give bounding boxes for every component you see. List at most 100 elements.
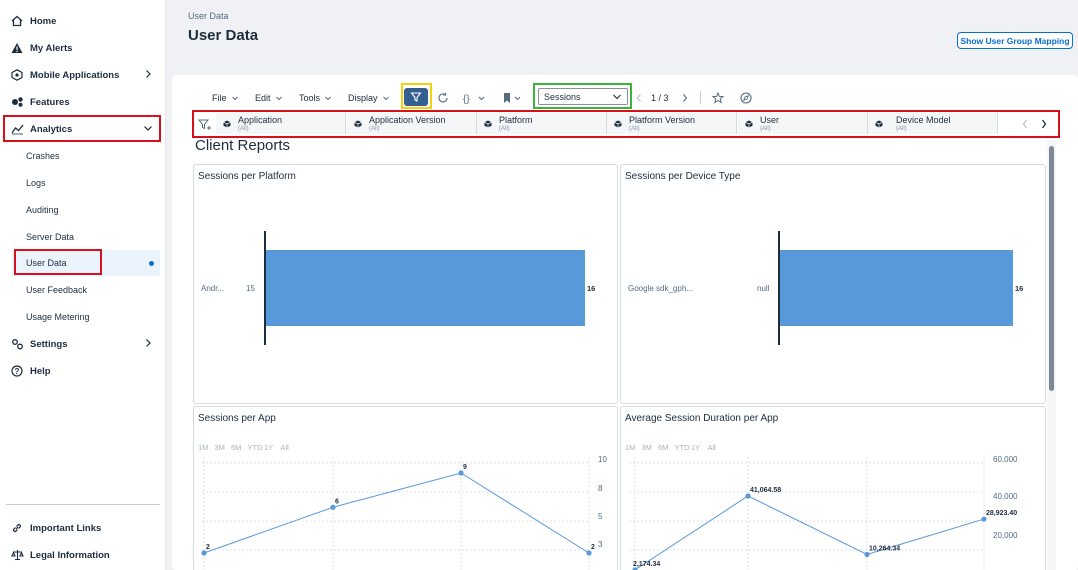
chevron-left-icon bbox=[636, 94, 641, 102]
sidebar-item-important-links[interactable]: Important Links bbox=[4, 515, 160, 541]
tile-sessions-per-device-type[interactable]: Sessions per Device Type 16 Google sdk_gp… bbox=[620, 164, 1046, 404]
period-button-6m: 6M bbox=[231, 443, 241, 452]
period-button-1y: 1Y bbox=[264, 443, 273, 452]
sidebar-divider bbox=[6, 504, 160, 505]
sidebar-item-settings[interactable]: Settings bbox=[4, 331, 160, 357]
sidebar-item-label: Important Links bbox=[30, 522, 102, 534]
sidebar-item-label: Auditing bbox=[26, 205, 59, 215]
tile-average-session-duration[interactable]: Average Session Duration per App 1M 3M 6M Y… bbox=[620, 406, 1046, 570]
show-user-group-mapping-button[interactable]: Show User Group Mapping bbox=[957, 32, 1073, 49]
explore-button[interactable] bbox=[737, 90, 755, 106]
sidebar-item-home[interactable]: Home bbox=[4, 8, 160, 34]
chevron-down-icon bbox=[231, 96, 238, 101]
bar bbox=[266, 250, 585, 326]
sidebar-item-label: User Data bbox=[26, 258, 67, 268]
file-menu[interactable]: File bbox=[212, 93, 239, 103]
data-label: 28,923.40 bbox=[986, 510, 1017, 517]
help-icon: ? bbox=[10, 364, 24, 378]
y-tick-label: 5 bbox=[598, 512, 603, 521]
data-point bbox=[201, 550, 207, 556]
features-icon bbox=[10, 95, 24, 109]
data-point bbox=[458, 470, 464, 476]
sidebar-item-label: Home bbox=[30, 15, 57, 27]
sidebar: Home My Alerts Mobile Applications Featu… bbox=[0, 0, 166, 570]
period-button-all: All bbox=[281, 443, 290, 452]
data-label: 41,064.58 bbox=[750, 487, 781, 494]
period-button-3m: 3M bbox=[642, 443, 652, 452]
link-icon bbox=[10, 521, 24, 535]
sidebar-item-legal-information[interactable]: Legal Information bbox=[4, 542, 160, 568]
filter-bar-highlight-box bbox=[192, 110, 1060, 138]
bookmark-button[interactable] bbox=[500, 90, 524, 106]
sidebar-item-crashes[interactable]: Crashes bbox=[12, 143, 160, 169]
chevron-down-icon bbox=[275, 96, 282, 101]
sidebar-item-analytics[interactable]: Analytics bbox=[4, 116, 160, 142]
sidebar-item-label: Settings bbox=[30, 338, 68, 350]
period-button-1y: 1Y bbox=[691, 443, 700, 452]
toolbar-divider bbox=[700, 91, 701, 104]
refresh-button[interactable] bbox=[434, 90, 452, 106]
data-point bbox=[864, 551, 870, 558]
sidebar-item-label: My Alerts bbox=[30, 42, 73, 54]
chevron-down-icon bbox=[382, 96, 389, 101]
average-session-duration-chart: 1M 3M 6M YTD 1Y All 60,000 40,000 20,000 2,174.34… bbox=[625, 443, 1018, 570]
sidebar-item-label: Logs bbox=[26, 178, 46, 188]
sidebar-item-user-feedback[interactable]: User Feedback bbox=[12, 277, 160, 303]
chevron-down-icon bbox=[142, 122, 154, 134]
period-button-1m: 1M bbox=[625, 443, 635, 452]
settings-icon bbox=[10, 337, 24, 351]
scrollbar-thumb[interactable] bbox=[1049, 146, 1054, 391]
bar-value-label: 16 bbox=[1015, 284, 1023, 293]
period-button-1m: 1M bbox=[198, 443, 208, 452]
chevron-right-icon bbox=[142, 68, 154, 80]
tools-menu[interactable]: Tools bbox=[299, 93, 332, 103]
sidebar-item-features[interactable]: Features bbox=[4, 89, 160, 115]
category-value-label: 15 bbox=[246, 284, 255, 293]
y-tick-label: 60,000 bbox=[993, 455, 1018, 464]
view-select-highlight-box bbox=[533, 83, 632, 109]
data-point bbox=[981, 516, 987, 522]
sessions-per-platform-chart: 16 Andr... 15 bbox=[201, 231, 595, 345]
data-label: 10,264.34 bbox=[869, 545, 900, 552]
sidebar-item-server-data[interactable]: Server Data bbox=[12, 224, 160, 250]
sidebar-item-my-alerts[interactable]: My Alerts bbox=[4, 35, 160, 61]
data-label: 9 bbox=[463, 464, 467, 471]
sidebar-item-label: Mobile Applications bbox=[30, 69, 120, 81]
sidebar-item-mobile-applications[interactable]: Mobile Applications bbox=[4, 62, 160, 88]
braces-icon: {} bbox=[463, 94, 485, 104]
bookmark-icon bbox=[504, 93, 521, 103]
period-button-3m: 3M bbox=[215, 443, 225, 452]
previous-page-button[interactable] bbox=[633, 90, 645, 106]
data-point bbox=[745, 493, 751, 499]
sidebar-item-usage-metering[interactable]: Usage Metering bbox=[12, 304, 160, 330]
menu-label: File bbox=[212, 93, 227, 103]
mobile-apps-icon bbox=[10, 68, 24, 82]
sidebar-item-label: Server Data bbox=[26, 232, 75, 242]
favorite-button[interactable] bbox=[709, 90, 727, 106]
chevron-right-icon bbox=[683, 94, 688, 102]
sidebar-item-user-data[interactable]: User Data bbox=[12, 250, 160, 276]
tile-sessions-per-app[interactable]: Sessions per App 1M 3M 6M YTD 1Y All 10 8 5 3 2 6 9 2 bbox=[193, 406, 618, 570]
section-title: Client Reports bbox=[195, 137, 291, 154]
breadcrumb[interactable]: User Data bbox=[188, 11, 229, 21]
sidebar-item-help[interactable]: ? Help bbox=[4, 358, 160, 384]
legal-icon bbox=[10, 548, 24, 562]
chevron-down-icon bbox=[325, 96, 331, 101]
next-page-button[interactable] bbox=[679, 90, 691, 106]
tile-sessions-per-platform[interactable]: Sessions per Platform 16 Andr... 15 bbox=[193, 164, 618, 404]
variables-button[interactable]: {} bbox=[462, 90, 488, 106]
sidebar-item-label: Help bbox=[30, 365, 51, 377]
series-line bbox=[634, 495, 985, 570]
sidebar-item-logs[interactable]: Logs bbox=[12, 170, 160, 196]
y-tick-label: 40,000 bbox=[993, 492, 1018, 501]
compass-icon bbox=[740, 92, 752, 104]
bar bbox=[780, 250, 1013, 326]
sidebar-item-auditing[interactable]: Auditing bbox=[12, 197, 160, 223]
sidebar-item-label: Usage Metering bbox=[26, 312, 90, 322]
edit-menu[interactable]: Edit bbox=[255, 93, 283, 103]
data-label: 2 bbox=[591, 544, 595, 551]
display-menu[interactable]: Display bbox=[348, 93, 390, 103]
sidebar-item-label: User Feedback bbox=[26, 285, 88, 295]
period-button-all: All bbox=[708, 443, 717, 452]
y-tick-label: 20,000 bbox=[993, 531, 1018, 540]
